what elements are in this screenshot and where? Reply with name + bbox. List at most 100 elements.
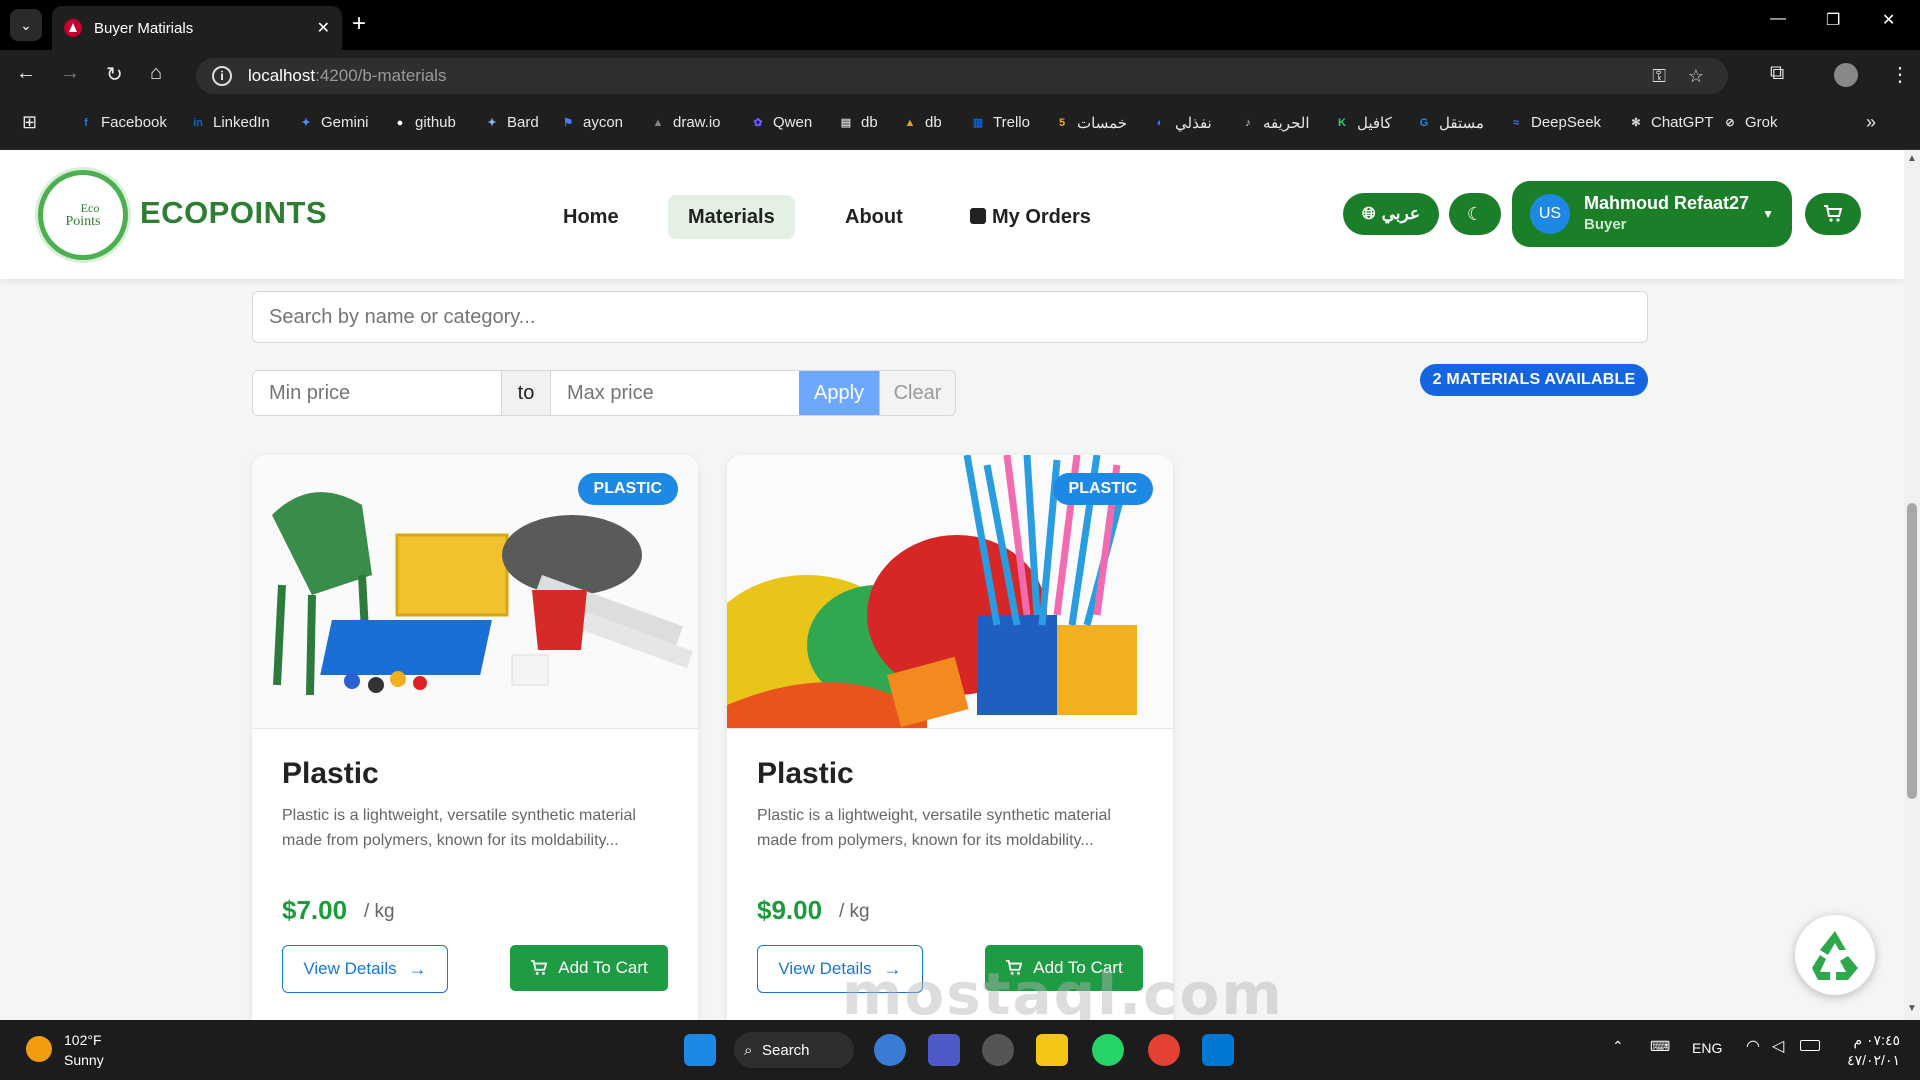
chrome-icon[interactable] — [1148, 1034, 1180, 1066]
language-toggle-button[interactable]: 🌐︎ عربي — [1343, 193, 1439, 235]
teams-icon[interactable] — [928, 1034, 960, 1066]
bookmark-label: LinkedIn — [213, 114, 270, 131]
bookmark-item[interactable]: ✻ ChatGPT — [1628, 114, 1713, 131]
browser-menu-icon[interactable]: ⋮ — [1890, 62, 1910, 87]
material-description: Plastic is a lightweight, versatile synt… — [757, 807, 1111, 849]
facebook-icon: f — [84, 116, 88, 129]
url-bar[interactable]: i localhost:4200/b-materials ⚿ ☆ — [196, 58, 1728, 94]
view-details-button[interactable]: View Details → — [282, 945, 448, 993]
nav-my-orders-label: My Orders — [992, 206, 1091, 228]
bookmark-item[interactable]: ✦ Bard — [484, 114, 539, 131]
add-to-cart-button[interactable]: Add To Cart — [510, 945, 668, 991]
input-language[interactable]: ENG — [1692, 1040, 1722, 1056]
reload-icon[interactable]: ↻ — [106, 62, 123, 87]
bookmark-star-icon[interactable]: ☆ — [1688, 66, 1704, 87]
globe-icon: 🌐︎ — [1361, 204, 1376, 223]
bookmark-label: Facebook — [101, 114, 167, 131]
profile-avatar-icon[interactable] — [1834, 63, 1858, 87]
tray-chevron-up-icon[interactable]: ⌃ — [1612, 1038, 1624, 1055]
taskbar-search[interactable]: ⌕ Search — [734, 1032, 854, 1068]
recycle-float-button[interactable] — [1795, 915, 1875, 995]
category-badge: PLASTIC — [1052, 473, 1153, 505]
scrollbar-thumb[interactable] — [1907, 503, 1917, 799]
bookmark-label: Gemini — [321, 114, 369, 131]
home-icon[interactable]: ⌂ — [150, 62, 162, 85]
whatsapp-icon[interactable] — [1092, 1034, 1124, 1066]
material-price: $9.00 — [757, 895, 823, 925]
bookmark-item[interactable]: ● github — [392, 114, 456, 131]
bookmark-item[interactable]: ◐ نفذلي — [1152, 114, 1212, 132]
brand-name[interactable]: ECOPOINTS — [140, 195, 327, 231]
wifi-icon[interactable]: ◠ — [1746, 1036, 1760, 1056]
media-player-icon[interactable] — [982, 1034, 1014, 1066]
password-key-icon[interactable]: ⚿ — [1652, 66, 1666, 87]
search-input[interactable] — [252, 291, 1648, 343]
angular-favicon-icon — [64, 19, 82, 37]
khamsat-icon: 5 — [1058, 117, 1066, 129]
user-menu-button[interactable]: US Mahmoud Refaat27 Buyer ▼ — [1512, 181, 1792, 247]
volume-icon[interactable]: ◁ — [1772, 1036, 1784, 1056]
cart-button[interactable] — [1805, 193, 1861, 235]
scroll-up-icon[interactable]: ▲ — [1907, 153, 1917, 164]
battery-icon[interactable] — [1800, 1040, 1820, 1051]
bookmark-item[interactable]: in LinkedIn — [190, 114, 270, 131]
bookmark-item[interactable]: ≈ DeepSeek — [1508, 114, 1601, 131]
bookmark-label: db — [925, 114, 942, 131]
page-scrollbar[interactable]: ▲ ▼ — [1904, 151, 1920, 1020]
windows-start-icon[interactable] — [684, 1034, 716, 1066]
minimize-window-icon[interactable]: — — [1770, 10, 1786, 28]
clock-date[interactable]: ٤٧/٠٢/٠١ — [1840, 1050, 1900, 1070]
apps-grid-icon[interactable]: ⊞ — [22, 112, 37, 133]
file-explorer-icon[interactable] — [1036, 1034, 1068, 1066]
clear-filter-button[interactable]: Clear — [879, 371, 955, 415]
user-name: Mahmoud Refaat27 — [1584, 193, 1750, 213]
min-price-input[interactable] — [253, 371, 501, 415]
bookmark-item[interactable]: ▲ draw.io — [650, 114, 721, 131]
browser-tab-active[interactable]: Buyer Matirials ✕ — [52, 6, 342, 50]
close-tab-icon[interactable]: ✕ — [317, 18, 330, 38]
edge-browser-icon[interactable] — [874, 1034, 906, 1066]
bookmark-item[interactable]: K كافيل — [1334, 114, 1392, 132]
apply-filter-button[interactable]: Apply — [799, 371, 879, 415]
ecopoints-logo[interactable]: Eco Points — [38, 170, 128, 260]
back-arrow-icon[interactable]: ← — [16, 62, 36, 85]
github-icon: ● — [396, 116, 404, 129]
bookmark-item[interactable]: 5 خمسات — [1054, 114, 1127, 132]
bookmark-item[interactable]: ♪ الحريفه — [1240, 114, 1309, 132]
forward-arrow-icon[interactable]: → — [60, 62, 80, 85]
bookmark-item[interactable]: ✿ Qwen — [750, 114, 812, 131]
keyboard-icon[interactable]: ⌨ — [1650, 1038, 1670, 1055]
vscode-icon[interactable] — [1202, 1034, 1234, 1066]
bookmark-item[interactable]: f Facebook — [78, 114, 167, 131]
restore-window-icon[interactable]: ❐ — [1826, 10, 1840, 30]
price-unit: / kg — [364, 901, 395, 922]
scroll-down-icon[interactable]: ▼ — [1907, 1003, 1917, 1014]
cart-icon — [1824, 205, 1843, 222]
weather-temp: 102°F — [64, 1032, 102, 1048]
new-tab-button[interactable]: + — [352, 10, 366, 38]
clock-time[interactable]: ٠٧:٤٥ م — [1840, 1030, 1900, 1050]
price-range-separator: to — [501, 371, 551, 415]
material-image[interactable]: PLASTIC — [252, 455, 698, 729]
nav-my-orders[interactable]: My Orders — [950, 195, 1111, 239]
material-image[interactable]: PLASTIC — [727, 455, 1173, 729]
bookmark-item[interactable]: ▥ Trello — [970, 114, 1030, 131]
nav-home[interactable]: Home — [543, 195, 639, 239]
bookmark-item[interactable]: ⚑ aycon — [560, 114, 623, 131]
bookmark-item[interactable]: ▤ db — [838, 114, 878, 131]
dark-mode-toggle-button[interactable]: ☾ — [1449, 193, 1501, 235]
bookmark-item[interactable]: G مستقل — [1416, 114, 1484, 132]
gemini-icon: ✦ — [301, 116, 311, 129]
site-info-icon[interactable]: i — [212, 66, 232, 86]
bookmark-item[interactable]: ▲ db — [902, 114, 942, 131]
bookmark-label: Bard — [507, 114, 539, 131]
max-price-input[interactable] — [551, 371, 799, 415]
tab-search-button[interactable]: ⌄ — [10, 9, 42, 41]
nav-about[interactable]: About — [825, 195, 923, 239]
nav-materials[interactable]: Materials — [668, 195, 795, 239]
close-window-icon[interactable]: ✕ — [1882, 10, 1895, 30]
bookmark-item[interactable]: ✦ Gemini — [298, 114, 369, 131]
bookmark-item[interactable]: ⊘ Grok — [1722, 114, 1777, 131]
extensions-icon[interactable]: ⧉ — [1770, 62, 1784, 85]
more-bookmarks-icon[interactable]: » — [1866, 112, 1876, 133]
